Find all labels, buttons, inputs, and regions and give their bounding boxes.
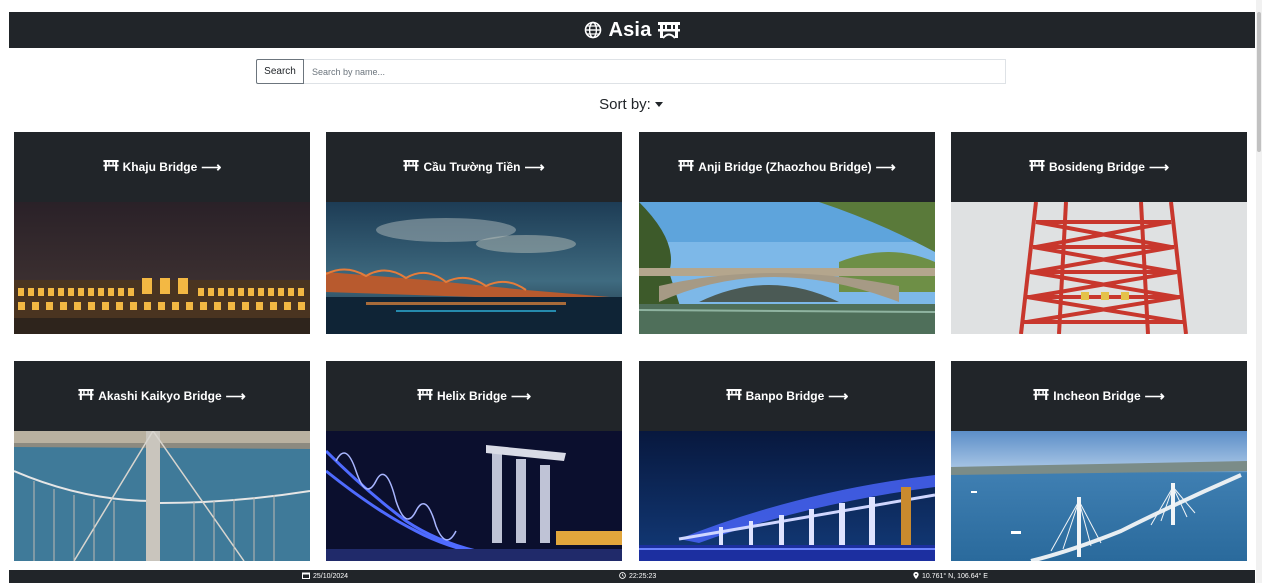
bridge-icon <box>103 160 119 174</box>
card-title: Incheon Bridge <box>1053 389 1141 403</box>
sort-label: Sort by: <box>599 96 651 113</box>
bridge-card[interactable]: Anji Bridge (Zhaozhou Bridge) ⟶ <box>639 132 935 334</box>
page-header: Asia <box>9 12 1255 48</box>
search-input[interactable] <box>304 59 1006 84</box>
scrollbar-thumb[interactable] <box>1257 12 1261 152</box>
bridge-icon <box>678 160 694 174</box>
arrow-right-icon: ⟶ <box>201 158 222 175</box>
card-title: Anji Bridge (Zhaozhou Bridge) <box>698 160 872 174</box>
bridge-icon <box>417 389 433 403</box>
caret-down-icon <box>654 101 663 107</box>
arrow-right-icon: ⟶ <box>875 158 896 175</box>
bridge-photo <box>14 202 310 334</box>
card-title-link[interactable]: Cầu Trường Tiền ⟶ <box>326 132 622 202</box>
bridge-photo <box>639 202 935 334</box>
bridge-icon <box>78 389 94 403</box>
card-title-link[interactable]: Bosideng Bridge ⟶ <box>951 132 1247 202</box>
bridge-card[interactable]: Incheon Bridge ⟶ <box>951 361 1247 561</box>
card-title-link[interactable]: Akashi Kaikyo Bridge ⟶ <box>14 361 310 431</box>
sort-dropdown[interactable]: Sort by: <box>0 96 1262 113</box>
arrow-right-icon: ⟶ <box>524 158 545 175</box>
search-bar: Search <box>256 59 1006 84</box>
bridge-photo <box>951 202 1247 334</box>
bridge-card[interactable]: Banpo Bridge ⟶ <box>639 361 935 561</box>
bridge-card[interactable]: Cầu Trường Tiền ⟶ <box>326 132 622 334</box>
card-title: Bosideng Bridge <box>1048 160 1145 174</box>
bridge-icon <box>1033 389 1049 403</box>
arrow-right-icon: ⟶ <box>510 387 532 404</box>
search-button[interactable]: Search <box>256 59 304 84</box>
globe-icon <box>584 21 602 39</box>
footer-location: 10.761° N, 106.64° E <box>913 572 988 581</box>
bridge-photo <box>639 431 935 561</box>
calendar-icon <box>302 572 310 581</box>
map-pin-icon <box>913 572 919 581</box>
card-title: Cầu Trường Tiền <box>423 160 521 174</box>
bridge-card[interactable]: Helix Bridge ⟶ <box>326 361 622 561</box>
card-title: Banpo Bridge <box>745 389 825 403</box>
bridge-photo <box>951 431 1247 561</box>
arrow-right-icon: ⟶ <box>225 387 246 404</box>
bridge-photo <box>326 202 622 334</box>
card-title-link[interactable]: Helix Bridge ⟶ <box>326 361 622 431</box>
page-title: Asia <box>608 18 652 41</box>
arrow-right-icon: ⟶ <box>1148 158 1170 175</box>
bridge-icon <box>657 21 680 39</box>
bridge-card[interactable]: Khaju Bridge ⟶ <box>14 132 310 334</box>
card-title: Khaju Bridge <box>122 160 198 174</box>
bridge-photo <box>326 431 622 561</box>
arrow-right-icon: ⟶ <box>828 387 849 404</box>
location-text: 10.761° N, 106.64° E <box>922 573 988 580</box>
bridge-icon <box>726 389 742 403</box>
card-title-link[interactable]: Banpo Bridge ⟶ <box>639 361 935 431</box>
bridge-icon <box>403 160 420 174</box>
time-text: 22:25:23 <box>629 573 657 580</box>
scrollbar[interactable] <box>1256 0 1262 583</box>
page: Asia Search Sort by: Khaju Bridge <box>0 0 1262 583</box>
bridge-photo <box>14 431 310 561</box>
footer-date: 25/10/2024 <box>302 572 348 581</box>
clock-icon <box>619 572 626 581</box>
bridge-card[interactable]: Bosideng Bridge ⟶ <box>951 132 1247 334</box>
arrow-right-icon: ⟶ <box>1144 387 1165 404</box>
card-title-link[interactable]: Khaju Bridge ⟶ <box>14 132 310 202</box>
card-title: Akashi Kaikyo Bridge <box>98 389 222 403</box>
bridge-icon <box>1029 160 1045 174</box>
status-footer: 25/10/2024 22:25:23 10.761° N, 106.64° E <box>9 570 1255 583</box>
bridge-card[interactable]: Akashi Kaikyo Bridge ⟶ <box>14 361 310 561</box>
footer-time: 22:25:23 <box>619 572 656 581</box>
card-title-link[interactable]: Incheon Bridge ⟶ <box>951 361 1247 431</box>
card-title-link[interactable]: Anji Bridge (Zhaozhou Bridge) ⟶ <box>639 132 935 202</box>
date-text: 25/10/2024 <box>313 573 349 580</box>
card-title: Helix Bridge <box>436 389 507 403</box>
